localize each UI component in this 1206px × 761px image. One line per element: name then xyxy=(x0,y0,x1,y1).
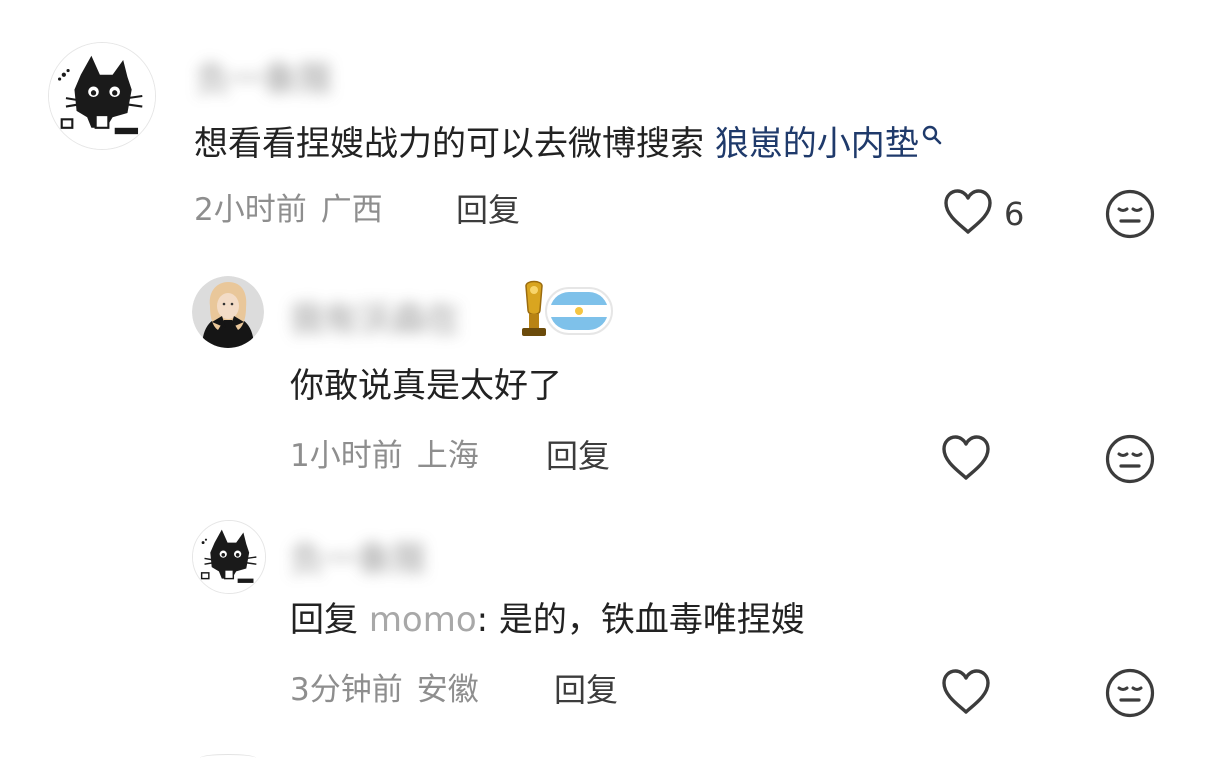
trophy-argentina-flag-badge[interactable] xyxy=(516,276,616,346)
location: 上海 xyxy=(416,438,479,474)
username[interactable]: 负一象限 xyxy=(290,532,426,581)
search-icon[interactable] xyxy=(921,124,943,146)
reply-button[interactable]: 回复 xyxy=(546,436,610,476)
search-link[interactable]: 狼崽的小内垫 xyxy=(715,124,919,164)
reply-prefix: 回复 xyxy=(290,600,369,640)
location: 安徽 xyxy=(416,672,479,708)
avatar[interactable] xyxy=(192,276,264,348)
heart-outline-icon[interactable] xyxy=(942,188,994,236)
user-photo-avatar-icon xyxy=(192,276,264,348)
username[interactable]: 负一象限 xyxy=(196,52,332,101)
comment-text: 你敢说真是太好了 xyxy=(290,366,562,406)
timestamp: 2小时前 xyxy=(194,192,307,228)
timestamp: 1小时前 xyxy=(290,438,403,474)
reply-button[interactable]: 回复 xyxy=(554,670,618,710)
neutral-face-icon[interactable] xyxy=(1104,188,1156,240)
comment-meta: 3分钟前 安徽 xyxy=(290,670,479,710)
location: 广西 xyxy=(320,192,383,228)
avatar[interactable] xyxy=(192,520,266,594)
comment-text: 回复 momo: 是的，铁血毒唯捏嫂 xyxy=(290,598,805,642)
cat-avatar-icon xyxy=(49,43,155,149)
heart-outline-icon[interactable] xyxy=(940,434,992,482)
reply-mention[interactable]: momo xyxy=(369,600,477,640)
next-comment-avatar-partial xyxy=(200,754,256,761)
comment-body: 想看看捏嫂战力的可以去微博搜索 xyxy=(194,124,715,164)
neutral-face-icon[interactable] xyxy=(1104,667,1156,719)
timestamp: 3分钟前 xyxy=(290,672,403,708)
neutral-face-icon[interactable] xyxy=(1104,433,1156,485)
comment-body: : 是的，铁血毒唯捏嫂 xyxy=(476,600,805,640)
comment-meta: 2小时前 广西 xyxy=(194,190,383,230)
heart-outline-icon[interactable] xyxy=(940,668,992,716)
comment-text: 想看看捏嫂战力的可以去微博搜索 狼崽的小内垫 xyxy=(194,122,943,166)
reply-button[interactable]: 回复 xyxy=(456,190,520,230)
comment-thread: 负一象限 想看看捏嫂战力的可以去微博搜索 狼崽的小内垫 2小时前广西 回复 6 xyxy=(0,0,1206,761)
like-count: 6 xyxy=(1004,195,1025,233)
username[interactable]: 我有沃森在 xyxy=(290,292,460,341)
comment-meta: 1小时前 上海 xyxy=(290,436,479,476)
cat-avatar-icon xyxy=(193,521,265,593)
avatar[interactable] xyxy=(48,42,156,150)
